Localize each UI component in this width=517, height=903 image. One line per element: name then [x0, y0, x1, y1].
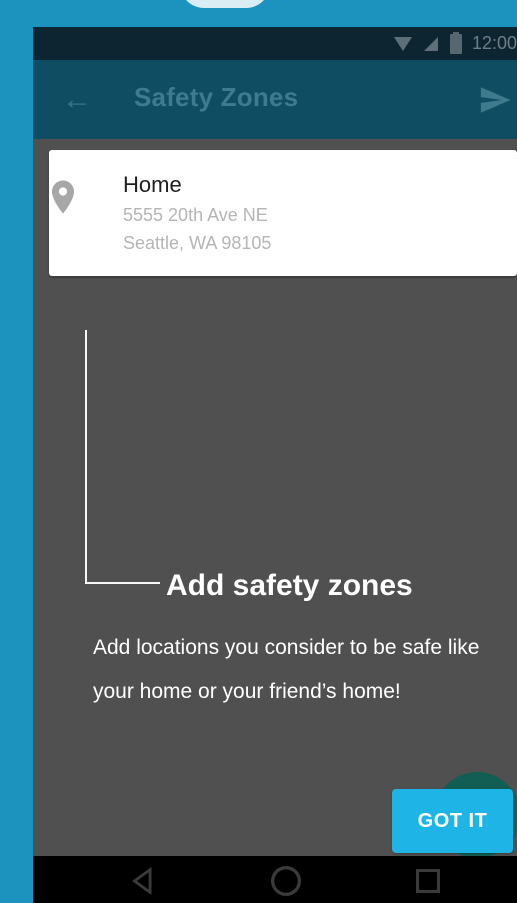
background-header-fragment	[180, 0, 270, 8]
safety-zone-card[interactable]: Home 5555 20th Ave NE Seattle, WA 98105	[49, 150, 517, 276]
page-title: Safety Zones	[134, 82, 299, 112]
phone-screen: 12:00 ← Safety Zones Home 5555 20th Ave …	[33, 27, 517, 903]
onboarding-overlay: Home 5555 20th Ave NE Seattle, WA 98105 …	[33, 139, 517, 856]
zone-address-line2: Seattle, WA 98105	[123, 233, 272, 253]
nav-back-button[interactable]	[113, 859, 173, 903]
send-button[interactable]	[473, 78, 517, 122]
signal-icon	[422, 35, 440, 53]
coachmark-body: Add locations you consider to be safe li…	[93, 636, 480, 703]
back-triangle-icon	[132, 866, 152, 896]
back-button[interactable]: ←	[57, 80, 97, 120]
zone-address-line1: 5555 20th Ave NE	[123, 205, 268, 225]
home-circle-icon	[271, 866, 301, 896]
got-it-button[interactable]: GOT IT	[392, 789, 513, 853]
nav-home-button[interactable]	[256, 859, 316, 903]
send-icon	[480, 87, 511, 113]
status-bar: 12:00	[33, 27, 517, 60]
battery-icon	[449, 31, 462, 54]
recents-square-icon	[416, 869, 440, 893]
coachmark-title: Add safety zones	[166, 569, 413, 602]
arrow-left-icon: ←	[62, 83, 92, 116]
coachmark-connector-vertical	[85, 330, 87, 584]
coachmark-connector-horizontal	[85, 582, 160, 584]
nav-recents-button[interactable]	[398, 859, 458, 903]
android-navigation-bar	[33, 856, 517, 903]
zone-name: Home	[123, 172, 182, 197]
status-icons: 12:00	[393, 27, 517, 60]
status-time: 12:00	[471, 33, 517, 53]
wifi-icon	[393, 35, 412, 53]
location-pin-icon	[52, 180, 74, 214]
app-toolbar: ← Safety Zones	[33, 60, 517, 139]
